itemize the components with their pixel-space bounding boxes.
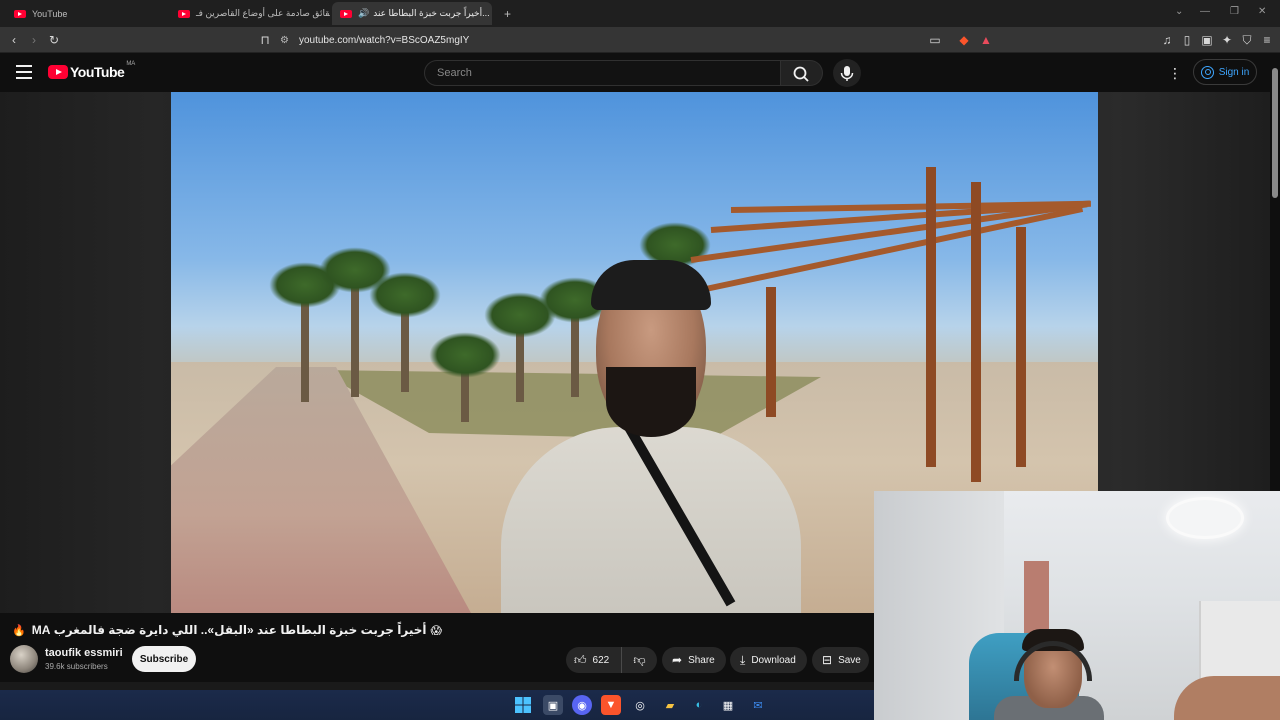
share-button[interactable]: ➦ Share [662, 647, 726, 673]
minimize-icon[interactable]: — [1200, 6, 1210, 17]
dislike-icon: 👎︎ [633, 652, 646, 667]
save-button[interactable]: ⊟ Save [812, 647, 869, 673]
discord-icon[interactable]: ◉ [572, 695, 592, 715]
subscriber-count: 39.6k subscribers [45, 662, 108, 671]
reload-icon[interactable]: ↻ [46, 32, 62, 48]
forward-icon[interactable]: › [26, 32, 42, 48]
address-bar[interactable]: ⚙ youtube.com/watch?v=BScOAZ5mgIY [280, 30, 1000, 50]
leo-ai-icon[interactable]: ✦ [1219, 32, 1235, 48]
scrollbar-thumb[interactable] [1272, 68, 1278, 198]
vpn-icon[interactable]: ⛉ [1239, 32, 1255, 48]
video-palm [369, 272, 441, 392]
sign-in-button[interactable]: Sign in [1193, 59, 1257, 85]
browser-toolbar: ‹ › ↻ ⊓ ⚙ youtube.com/watch?v=BScOAZ5mgI… [0, 27, 1280, 53]
country-code: MA [126, 61, 136, 67]
search-placeholder: Search [437, 67, 472, 79]
like-icon: 👍︎ [574, 652, 587, 667]
settings-more-icon[interactable]: ⋮ [1168, 64, 1182, 82]
tab-label: أخيراً جربت خبزة البطاطا عند... [373, 8, 490, 18]
save-label: Save [838, 654, 861, 666]
voice-search-button[interactable] [833, 59, 861, 87]
video-palm [429, 332, 501, 422]
save-icon: ⊟ [822, 653, 833, 667]
download-label: Download [751, 654, 796, 666]
window-close-icon[interactable]: ✕ [1258, 6, 1266, 17]
logo-text: YouTube [70, 64, 125, 80]
shocked-emoji-icon: 😱 [430, 624, 442, 637]
channel-avatar[interactable] [10, 645, 38, 673]
channel-name[interactable]: taoufik essmiri [45, 647, 123, 659]
search-input[interactable]: Search [424, 60, 781, 86]
microsoft-store-icon[interactable]: ▦ [718, 695, 738, 715]
edge-icon[interactable]: ◐ [689, 695, 709, 715]
like-dislike-group: 👍︎ 622 👎︎ [566, 647, 657, 673]
back-icon[interactable]: ‹ [6, 32, 22, 48]
site-info-icon[interactable]: ⚙ [280, 35, 289, 46]
media-icon[interactable]: ♫ [1159, 32, 1175, 48]
new-tab-button[interactable]: + [496, 2, 516, 25]
video-title-text: أخيراً جربت خبزة البطاطا عند «البقل».. ا… [31, 623, 427, 637]
download-button[interactable]: ⤓ Download [730, 647, 807, 673]
task-view-icon[interactable]: ▣ [543, 695, 563, 715]
video-palm [319, 247, 391, 397]
tab-list-icon[interactable]: ⌄ [1175, 6, 1183, 17]
file-explorer-icon[interactable]: ▰ [660, 695, 680, 715]
wallet-icon[interactable]: ▣ [1199, 32, 1215, 48]
brave-shields-icon[interactable]: ◆ [956, 32, 972, 48]
tab-youtube[interactable]: YouTube [6, 2, 166, 25]
maximize-icon[interactable]: ❐ [1230, 6, 1239, 17]
dislike-button[interactable]: 👎︎ [622, 647, 657, 673]
youtube-favicon-icon [178, 9, 190, 18]
browser-tab-strip: YouTube حقائق صادمة على أوضاع القاصرين ف… [0, 0, 1280, 27]
video-title: 🔥 أخيراً جربت خبزة البطاطا عند «البقل»..… [12, 620, 872, 640]
webcam-overlay [874, 491, 1280, 720]
sign-in-label: Sign in [1218, 66, 1250, 78]
url-text: youtube.com/watch?v=BScOAZ5mgIY [298, 34, 470, 46]
download-icon: ⤓ [740, 652, 746, 667]
youtube-favicon-icon [340, 9, 352, 18]
browser-menu-icon[interactable]: ≡ [1259, 32, 1275, 48]
tab-close-icon[interactable]: ✕ [490, 7, 492, 20]
tab-video-2[interactable]: حقائق صادمة على أوضاع القاصرين فـ... [170, 2, 330, 25]
like-count: 622 [592, 654, 610, 666]
guide-menu-icon[interactable] [16, 65, 32, 79]
search-icon [793, 66, 809, 82]
youtube-play-icon [48, 65, 68, 79]
youtube-logo[interactable]: YouTube MA [48, 61, 136, 80]
tab-label: YouTube [32, 8, 68, 19]
bookmark-icon[interactable]: ⊓ [257, 32, 273, 48]
account-icon [1200, 65, 1214, 79]
video-palm [269, 262, 341, 402]
sidebar-icon[interactable]: ▯ [1179, 32, 1195, 48]
microphone-icon [840, 66, 854, 81]
fire-emoji-icon: 🔥 [12, 624, 26, 637]
cast-icon[interactable]: ▭ [927, 32, 943, 48]
video-person [501, 242, 801, 613]
windows-start-icon[interactable] [513, 695, 533, 715]
below-video-area [0, 682, 874, 690]
like-button[interactable]: 👍︎ 622 [566, 647, 622, 673]
youtube-favicon-icon [14, 9, 26, 18]
share-label: Share [688, 654, 715, 666]
brave-rewards-icon[interactable]: ▲ [978, 32, 994, 48]
tab-label: حقائق صادمة على أوضاع القاصرين فـ... [196, 8, 330, 18]
brave-browser-icon[interactable]: ▼ [601, 695, 621, 715]
mail-icon[interactable]: ✉ [748, 695, 768, 715]
search-button[interactable] [781, 60, 823, 86]
share-icon: ➦ [672, 653, 683, 667]
youtube-header: YouTube MA Search ⋮ Sign in [0, 54, 1270, 92]
tab-video-active[interactable]: 🔊 أخيراً جربت خبزة البطاطا عند... ✕ [332, 2, 492, 25]
channel-row: taoufik essmiri 39.6k subscribers Subscr… [0, 642, 874, 678]
obs-icon[interactable]: ◎ [630, 695, 650, 715]
audio-playing-icon[interactable]: 🔊 [358, 8, 369, 19]
subscribe-button[interactable]: Subscribe [132, 646, 196, 672]
